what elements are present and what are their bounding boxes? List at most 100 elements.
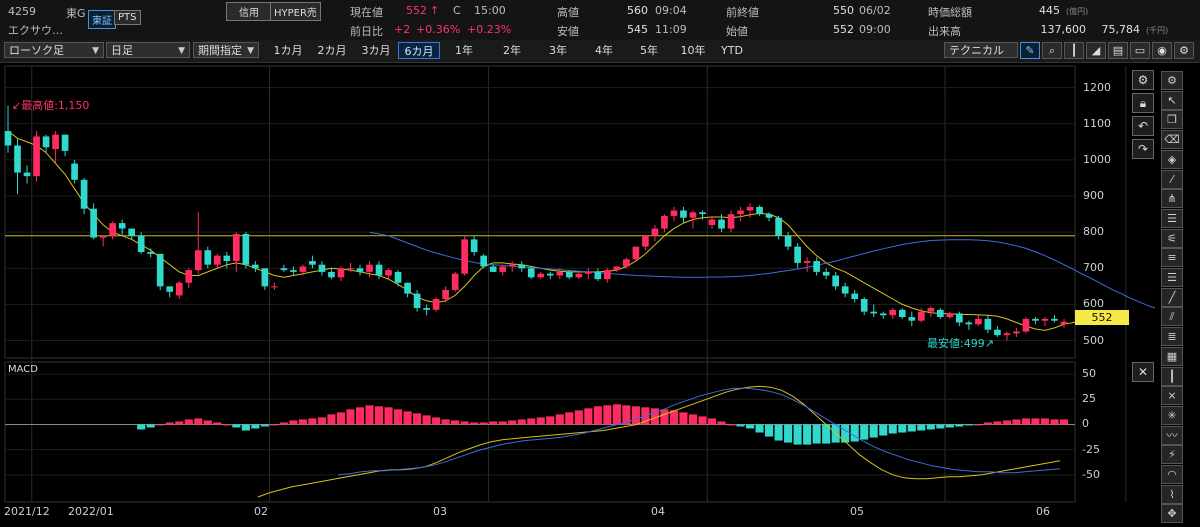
interval-select[interactable]: 日足 ▼ (106, 42, 190, 58)
cursor-icon[interactable]: ↖ (1161, 90, 1183, 110)
price-tick-label: 800 (1083, 225, 1104, 239)
macd-histogram-bar (755, 424, 764, 433)
macd-tick-label: 25 (1082, 392, 1096, 406)
arc-icon[interactable]: ◠ (1161, 465, 1183, 484)
close-icon[interactable]: ✕ (1132, 362, 1154, 382)
chart-type-select[interactable]: ローソク足 ▼ (4, 42, 104, 58)
settings-icon[interactable]: ⚙ (1161, 71, 1183, 90)
volume-label: 出来高 (928, 25, 961, 38)
candle-body (689, 212, 697, 218)
low-annotation-text: 最安値:499 (927, 337, 985, 350)
zigzag-icon[interactable]: ⨯ (1161, 386, 1183, 406)
period-button-8[interactable]: 5年 (628, 42, 670, 59)
lock-icon[interactable]: 🔒︎ (1132, 93, 1154, 113)
price-tick-label: 1100 (1083, 116, 1111, 130)
fibonacci-icon[interactable]: ⚡ (1161, 445, 1183, 465)
candle-body (822, 271, 830, 276)
trend-line-icon[interactable]: ⁄ (1161, 169, 1183, 189)
macd-histogram-bar (974, 424, 983, 426)
zoom-icon[interactable]: ⌕ (1042, 42, 1062, 59)
macd-histogram-bar (879, 424, 888, 436)
candle-body (984, 318, 992, 330)
candle-body (80, 179, 88, 209)
macd-histogram-bar (460, 421, 469, 425)
wave-icon[interactable]: 〰 (1161, 425, 1183, 445)
period-button-1[interactable]: 2カ月 (311, 42, 353, 59)
candle-body (527, 268, 535, 278)
candle-body (147, 252, 155, 254)
list-icon[interactable]: ≣ (1161, 327, 1183, 347)
move-icon[interactable]: ✥ (1161, 504, 1183, 524)
candle-body (708, 219, 716, 225)
period-button-10[interactable]: YTD (716, 42, 748, 59)
horizontal-lines-icon[interactable]: ☰ (1161, 268, 1183, 287)
candle-body (860, 299, 868, 312)
candle-body (908, 317, 916, 321)
period-button-7[interactable]: 4年 (582, 42, 626, 59)
date-tick-label: 05 (850, 505, 864, 518)
candle-body (756, 206, 763, 215)
settings-icon[interactable]: ⚙ (1174, 42, 1194, 59)
period-button-2[interactable]: 3カ月 (356, 42, 396, 59)
fork-icon[interactable]: ⋔ (1161, 189, 1183, 209)
period-button-5[interactable]: 2年 (490, 42, 534, 59)
period-button-9[interactable]: 10年 (672, 42, 714, 59)
chart-tool-icon[interactable]: ⚟ (1161, 228, 1183, 248)
macd-tick-label: 50 (1082, 367, 1096, 381)
macd-histogram-bar (384, 407, 393, 425)
date-tick-label: 06 (1036, 505, 1050, 518)
parallel-lines-icon[interactable]: ≡ (1161, 248, 1183, 268)
cross-pattern-icon[interactable]: ✳ (1161, 405, 1183, 425)
candle-body (489, 266, 497, 272)
macd-histogram-bar (917, 424, 926, 431)
save-icon[interactable]: ◉ (1152, 42, 1172, 59)
area-chart-icon[interactable]: ◢ (1086, 42, 1106, 59)
low-label: 安値 (557, 25, 579, 38)
channel-icon[interactable]: ⫽ (1161, 307, 1183, 327)
exchange-pts-tab[interactable]: PTS (114, 10, 141, 25)
candle-body (185, 270, 193, 283)
price-tick-label: 700 (1083, 261, 1104, 275)
period-button-6[interactable]: 3年 (536, 42, 580, 59)
macd-histogram-bar (612, 404, 621, 425)
folder-icon[interactable]: ▭ (1130, 42, 1150, 59)
candle-body (232, 233, 240, 262)
copy-icon[interactable]: ❐ (1161, 110, 1183, 130)
bars-icon[interactable]: ┃ (1161, 366, 1183, 386)
range-mode-select[interactable]: 期間指定 ▼ (193, 42, 259, 58)
redo-icon[interactable]: ↷ (1132, 139, 1154, 159)
eraser-icon[interactable]: ⌫ (1161, 130, 1183, 150)
candle-body (14, 145, 21, 173)
fan-icon[interactable]: ☰ (1161, 208, 1183, 228)
period-button-3[interactable]: 6カ月 (398, 42, 440, 59)
grid-lines-icon[interactable]: ▦ (1161, 346, 1183, 366)
macd-histogram-bar (308, 418, 317, 425)
macd-histogram-bar (784, 424, 793, 443)
macd-histogram-bar (993, 421, 1002, 425)
candle-body (118, 223, 126, 229)
macd-histogram-bar (222, 424, 231, 426)
undo-icon[interactable]: ↶ (1132, 116, 1154, 136)
candle-body (623, 259, 630, 267)
draw-pen-icon[interactable]: ✎ (1020, 42, 1040, 59)
macd-histogram-bar (498, 421, 507, 425)
gear-icon[interactable]: ⚙ (1132, 70, 1154, 90)
candle-body (661, 215, 668, 229)
market-cap-unit: (億円) (1066, 7, 1089, 16)
technical-button[interactable]: テクニカル (944, 42, 1018, 58)
exchange-tse-tab[interactable]: 東証 (88, 10, 116, 29)
volume-bars-icon[interactable]: ┃ (1064, 42, 1084, 59)
price-time: 15:00 (474, 4, 506, 17)
print-icon[interactable]: ▤ (1108, 42, 1128, 59)
candle-body (832, 275, 840, 287)
macd-histogram-bar (184, 419, 193, 425)
line-chart-icon[interactable]: ⌇ (1161, 484, 1183, 504)
candle-body (936, 309, 944, 318)
period-button-4[interactable]: 1年 (442, 42, 486, 59)
macd-histogram-bar (698, 416, 707, 425)
eraser-alt-icon[interactable]: ◈ (1161, 149, 1183, 169)
candle-body (889, 309, 897, 316)
diagonal-line-icon[interactable]: ╱ (1161, 287, 1183, 307)
period-button-0[interactable]: 1カ月 (268, 42, 308, 59)
chart-canvas[interactable] (0, 62, 1155, 527)
